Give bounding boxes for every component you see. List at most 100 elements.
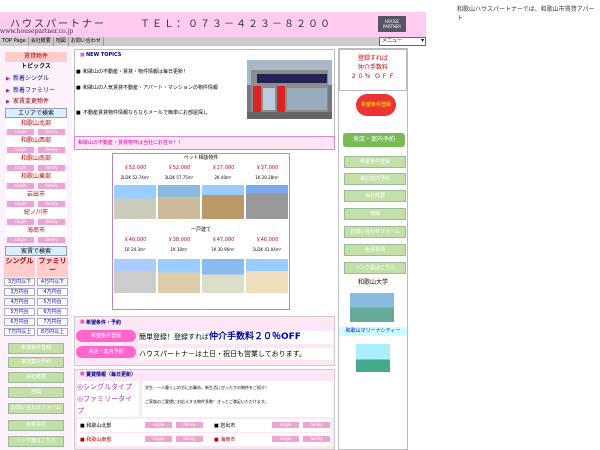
company-info-button[interactable]: 会社概要 bbox=[8, 372, 64, 383]
register-conditions-button[interactable]: 希望条件登録 bbox=[344, 156, 406, 168]
pill-single[interactable]: single bbox=[145, 436, 172, 442]
nav-top-page[interactable]: TOP Page bbox=[0, 37, 29, 46]
family-price-link[interactable]: 5万円台 bbox=[37, 298, 68, 306]
pill-single[interactable]: single bbox=[7, 237, 34, 243]
area-link[interactable]: ■ 和歌山南部 bbox=[80, 436, 111, 443]
pill-single[interactable]: single bbox=[7, 201, 34, 207]
marina-photo[interactable] bbox=[356, 344, 390, 372]
nav-map[interactable]: 地図 bbox=[54, 37, 69, 46]
pill-family[interactable]: family bbox=[38, 147, 65, 153]
area-wakayama-north[interactable]: 和歌山北部 bbox=[5, 119, 67, 129]
browser-title-snippet: 和歌山ハウスパートナーでは、和歌山市賃貸アパート bbox=[457, 6, 595, 22]
listing-price: ￥27,000 bbox=[211, 165, 235, 171]
pill-single[interactable]: single bbox=[7, 129, 34, 135]
family-price-link[interactable]: 6万円台 bbox=[37, 308, 68, 316]
pill-single[interactable]: single bbox=[272, 422, 299, 428]
links-button[interactable]: リンク集はこちら bbox=[8, 436, 64, 447]
pill-single[interactable]: single bbox=[7, 219, 34, 225]
map-button[interactable]: 地図 bbox=[344, 208, 406, 220]
register-badge[interactable]: 希望条件登録 bbox=[356, 94, 396, 116]
single-price-link[interactable]: 4万円台 bbox=[4, 298, 35, 306]
pet-allowed-header: ペット相談物件 bbox=[113, 154, 289, 162]
pill-family[interactable]: family bbox=[38, 201, 65, 207]
register-conditions-badge[interactable]: 希望条件登録 bbox=[76, 330, 136, 342]
university-photo[interactable] bbox=[350, 293, 394, 322]
property-photo[interactable] bbox=[246, 259, 288, 293]
university-link[interactable]: 和歌山大学 bbox=[339, 277, 407, 289]
rent-area-row: ■ 和歌山南部 single family ■ 海南市 single famil… bbox=[77, 433, 331, 446]
pill-family[interactable]: family bbox=[38, 165, 65, 171]
family-price-link[interactable]: 4万円以下 bbox=[37, 278, 68, 286]
area-wakayama-south[interactable]: 和歌山南部 bbox=[5, 154, 67, 164]
property-photo[interactable] bbox=[114, 185, 156, 219]
area-wakayama-east[interactable]: 和歌山東部 bbox=[5, 172, 67, 182]
single-type-label[interactable]: ◎シングルタイプ bbox=[77, 381, 139, 393]
disclaimer-button[interactable]: 免責事項 bbox=[8, 420, 64, 431]
single-price-link[interactable]: 6万円台 bbox=[4, 318, 35, 326]
area-wakayama-west[interactable]: 和歌山西部 bbox=[5, 136, 67, 146]
rent-search-heading: 家賃で検索 bbox=[5, 246, 67, 256]
family-type-label[interactable]: ◎ファミリータイプ bbox=[77, 393, 139, 417]
visit-reservation-button[interactable]: 来店案内予約 bbox=[8, 357, 64, 368]
topics-link[interactable]: トピックス bbox=[5, 62, 67, 72]
property-photo[interactable] bbox=[114, 259, 156, 293]
open-days-text: ハウスパートナ－は土日・祝日も営業しております。 bbox=[139, 348, 333, 360]
disclaimer-button[interactable]: 免責事項 bbox=[344, 244, 406, 256]
marina-link[interactable]: 和歌山マリーナシティー bbox=[339, 327, 407, 336]
property-photo[interactable] bbox=[202, 259, 244, 293]
pill-single[interactable]: single bbox=[7, 183, 34, 189]
pill-family[interactable]: family bbox=[303, 422, 330, 428]
discount-promo[interactable]: 登録すれば 仲介手数料 ２０％ ＯＦＦ bbox=[339, 49, 407, 91]
map-button[interactable]: 地図 bbox=[8, 387, 64, 398]
single-price-link[interactable]: 3万円以下 bbox=[4, 278, 35, 286]
family-price-link[interactable]: 4万円台 bbox=[37, 288, 68, 296]
pill-family[interactable]: family bbox=[38, 237, 65, 243]
area-kainan[interactable]: 海南市 bbox=[5, 226, 67, 236]
reserve-button[interactable]: 来店・案内予約 bbox=[343, 133, 405, 147]
storefront-photo bbox=[247, 60, 332, 119]
pill-family[interactable]: family bbox=[176, 436, 203, 442]
contact-form-button[interactable]: お問い合わせフォーム bbox=[344, 226, 406, 238]
new-single-link[interactable]: 新着シングル bbox=[5, 74, 67, 84]
pill-family[interactable]: family bbox=[38, 183, 65, 189]
listing-price: ￥38,000 bbox=[167, 237, 191, 243]
nav-company[interactable]: 会社概要 bbox=[29, 37, 54, 46]
single-price-link[interactable]: 7万円以上 bbox=[4, 328, 35, 336]
promo-line: 仲介手数料 bbox=[357, 64, 388, 71]
property-photo[interactable] bbox=[158, 259, 200, 293]
single-price-link[interactable]: 5万円台 bbox=[4, 308, 35, 316]
pill-single[interactable]: single bbox=[7, 165, 34, 171]
pill-single[interactable]: single bbox=[145, 422, 172, 428]
menu-select[interactable]: メニュー bbox=[379, 37, 426, 46]
visit-reservation-badge[interactable]: 来店・案内予約 bbox=[76, 346, 136, 358]
visit-reservation-button[interactable]: 来店案内予約 bbox=[344, 173, 406, 185]
area-iwade[interactable]: 岩出市 bbox=[5, 190, 67, 200]
area-link[interactable]: ■ 岩出市 bbox=[214, 422, 235, 429]
pill-family[interactable]: family bbox=[303, 436, 330, 442]
family-price-link[interactable]: 7万円台 bbox=[37, 318, 68, 326]
rental-button[interactable]: 賃貸物件 bbox=[5, 52, 67, 62]
rent-changed-link[interactable]: 家賃変更物件 bbox=[5, 97, 67, 107]
house-partner-logo[interactable]: HOUSE PARTNER bbox=[378, 16, 406, 32]
property-photo[interactable] bbox=[246, 185, 288, 219]
links-button[interactable]: リンク集はこちら bbox=[344, 262, 406, 274]
nav-contact[interactable]: お問い合わせ bbox=[69, 37, 104, 46]
pill-family[interactable]: family bbox=[176, 422, 203, 428]
single-price-link[interactable]: 3万円台 bbox=[4, 288, 35, 296]
new-family-link[interactable]: 新着ファミリー bbox=[5, 86, 67, 96]
company-info-button[interactable]: 会社概要 bbox=[344, 190, 406, 202]
property-photo[interactable] bbox=[202, 185, 244, 219]
area-kinokawa[interactable]: 紀ノ川市 bbox=[5, 208, 67, 218]
pill-single[interactable]: single bbox=[7, 147, 34, 153]
promo-banner: 和歌山の不動産・賃貸物件は当社にお任せ！！ bbox=[74, 136, 335, 150]
pill-family[interactable]: family bbox=[38, 219, 65, 225]
register-conditions-button[interactable]: 希望条件登録 bbox=[8, 343, 64, 354]
pill-family[interactable]: family bbox=[38, 129, 65, 135]
pill-single[interactable]: single bbox=[272, 436, 299, 442]
contact-form-button[interactable]: お問い合わせフォーム bbox=[8, 403, 64, 414]
area-link[interactable]: ■ 海南市 bbox=[214, 436, 235, 443]
property-photo[interactable] bbox=[158, 185, 200, 219]
family-price-link[interactable]: 8万円以上 bbox=[37, 328, 68, 336]
listing-specs: 3LDK 57.75m² bbox=[164, 175, 194, 180]
area-link[interactable]: ■ 和歌山北部 bbox=[80, 422, 111, 429]
